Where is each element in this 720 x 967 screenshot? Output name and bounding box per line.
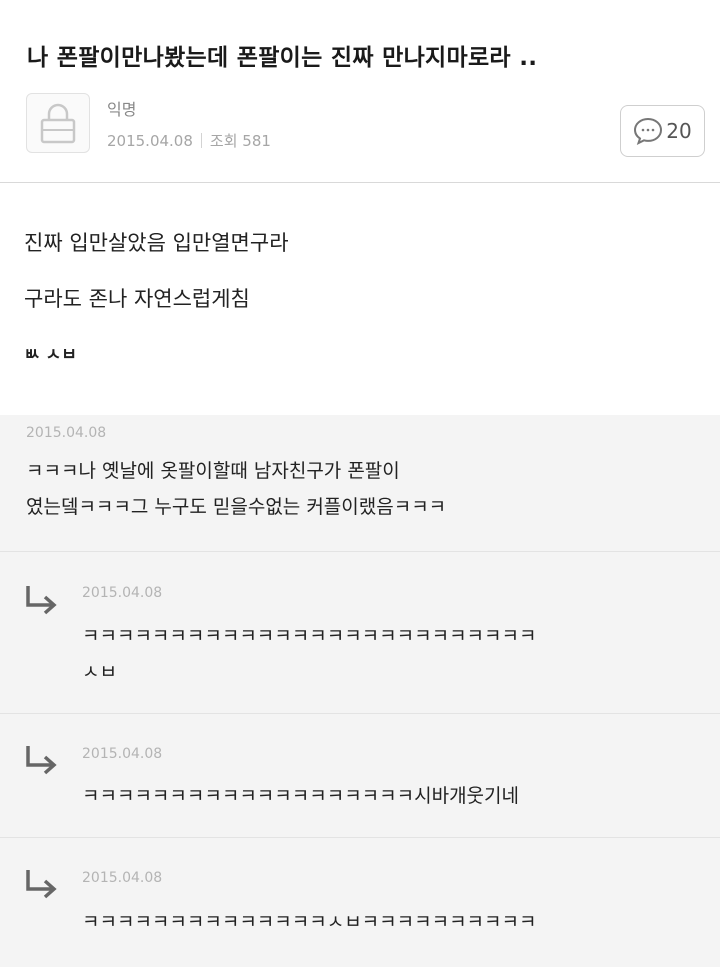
comment-text: ㅋㅋㅋ나 옛날에 옷팔이할때 남자친구가 폰팔이 였는뎈ㅋㅋㅋ그 누구도 믿을수… — [26, 453, 446, 525]
meta-divider — [200, 133, 202, 148]
comment-count: 20 — [666, 119, 692, 143]
reply-text: ㅋㅋㅋㅋㅋㅋㅋㅋㅋㅋㅋㅋㅋㅋㅅㅂㅋㅋㅋㅋㅋㅋㅋㅋㅋㅋ — [82, 904, 536, 940]
author-name[interactable]: 익명 — [107, 96, 136, 120]
reply-arrow-icon — [26, 746, 57, 775]
reply-date: 2015.04.08 — [82, 870, 163, 886]
reply-item: 2015.04.08 ㅋㅋㅋㅋㅋㅋㅋㅋㅋㅋㅋㅋㅋㅋㅋㅋㅋㅋㅋㅋㅋㅋㅋㅋㅋㅋ ㅅㅂ — [0, 552, 720, 714]
author-avatar[interactable] — [26, 93, 90, 153]
body-line: ㅄ ㅅㅂ — [24, 345, 77, 365]
reply-date: 2015.04.08 — [82, 585, 163, 601]
views-count: 581 — [242, 132, 271, 150]
comment-line: 였는뎈ㅋㅋㅋ그 누구도 믿을수없는 커플이랬음ㅋㅋㅋ — [26, 496, 447, 518]
reply-item: 2015.04.08 ㅋㅋㅋㅋㅋㅋㅋㅋㅋㅋㅋㅋㅋㅋㅅㅂㅋㅋㅋㅋㅋㅋㅋㅋㅋㅋ — [0, 838, 720, 967]
post-meta: 2015.04.08 조회 581 — [107, 130, 271, 151]
reply-arrow-icon — [26, 586, 57, 615]
reply-item: 2015.04.08 ㅋㅋㅋㅋㅋㅋㅋㅋㅋㅋㅋㅋㅋㅋㅋㅋㅋㅋㅋ시바개웃기네 — [0, 714, 720, 838]
body-line: 구라도 존나 자연스럽게침 — [24, 287, 250, 311]
reply-line: ㅋㅋㅋㅋㅋㅋㅋㅋㅋㅋㅋㅋㅋㅋㅋㅋㅋㅋㅋㅋㅋㅋㅋㅋㅋㅋ — [82, 625, 537, 647]
body-line: 진짜 입만살았음 입만열면구라 — [24, 231, 289, 255]
comment-item: 2015.04.08 ㅋㅋㅋ나 옛날에 옷팔이할때 남자친구가 폰팔이 였는뎈ㅋ… — [0, 415, 720, 552]
reply-text: ㅋㅋㅋㅋㅋㅋㅋㅋㅋㅋㅋㅋㅋㅋㅋㅋㅋㅋㅋ시바개웃기네 — [82, 778, 519, 814]
comment-date: 2015.04.08 — [26, 425, 107, 441]
comment-list: 2015.04.08 ㅋㅋㅋ나 옛날에 옷팔이할때 남자친구가 폰팔이 였는뎈ㅋ… — [0, 415, 720, 967]
speech-bubble-icon — [634, 117, 663, 145]
post-title: 나 폰팔이만나봤는데 폰팔이는 진짜 만나지마로라 .. — [27, 45, 538, 71]
comment-count-button[interactable]: 20 — [620, 105, 705, 157]
post-header: 나 폰팔이만나봤는데 폰팔이는 진짜 만나지마로라 .. 익명 2015.04.… — [0, 0, 720, 183]
views-label: 조회 — [209, 132, 238, 150]
reply-line: ㅅㅂ — [82, 661, 117, 683]
reply-line: ㅋㅋㅋㅋㅋㅋㅋㅋㅋㅋㅋㅋㅋㅋㅅㅂㅋㅋㅋㅋㅋㅋㅋㅋㅋㅋ — [82, 911, 537, 933]
reply-arrow-icon — [26, 870, 57, 899]
post-date: 2015.04.08 — [107, 132, 193, 150]
comment-line: ㅋㅋㅋ나 옛날에 옷팔이할때 남자친구가 폰팔이 — [26, 460, 400, 482]
post-body: 진짜 입만살았음 입만열면구라 구라도 존나 자연스럽게침 ㅄ ㅅㅂ — [24, 228, 704, 396]
reply-date: 2015.04.08 — [82, 746, 163, 762]
reply-line: ㅋㅋㅋㅋㅋㅋㅋㅋㅋㅋㅋㅋㅋㅋㅋㅋㅋㅋㅋ시바개웃기네 — [82, 785, 520, 807]
lock-icon — [40, 103, 76, 144]
reply-text: ㅋㅋㅋㅋㅋㅋㅋㅋㅋㅋㅋㅋㅋㅋㅋㅋㅋㅋㅋㅋㅋㅋㅋㅋㅋㅋ ㅅㅂ — [82, 618, 536, 690]
